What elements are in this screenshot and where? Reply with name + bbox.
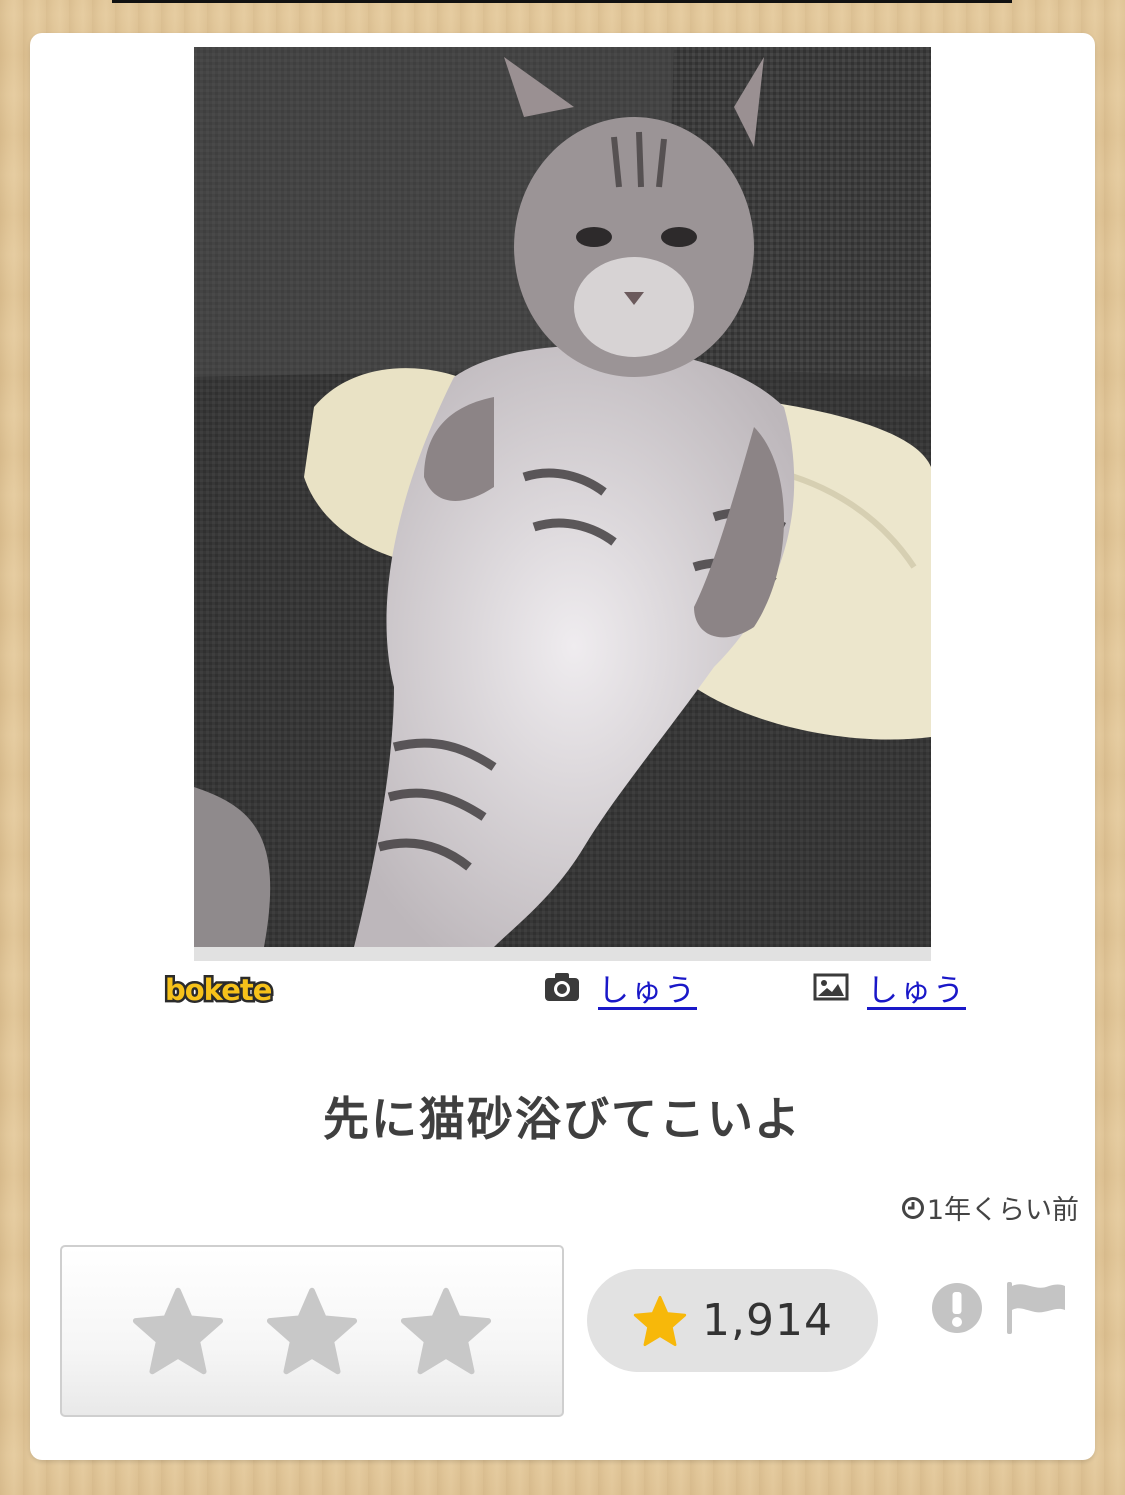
star-count-badge[interactable]: 1,914: [587, 1269, 878, 1372]
post-photo[interactable]: [194, 47, 931, 947]
rate-star-3-icon[interactable]: [400, 1285, 492, 1377]
bokete-logo[interactable]: bokete: [162, 971, 298, 1010]
star-icon: [632, 1294, 688, 1348]
cat-photo-illustration: [194, 47, 931, 947]
top-divider: [112, 0, 1012, 3]
photo-credit: しゅう: [544, 965, 697, 1010]
photo-credit-link[interactable]: しゅう: [598, 965, 697, 1010]
post-timestamp: 1年くらい前: [901, 1188, 1079, 1227]
photo-bottom-strip: [194, 947, 931, 961]
rating-box: [60, 1245, 564, 1417]
image-credit: しゅう: [813, 965, 966, 1010]
camera-icon: [544, 972, 580, 1002]
alert-icon[interactable]: [931, 1282, 983, 1334]
rate-star-2-icon[interactable]: [266, 1285, 358, 1377]
svg-text:bokete: bokete: [165, 973, 272, 1005]
clock-icon: [901, 1196, 925, 1220]
star-count: 1,914: [702, 1295, 833, 1346]
image-credit-link[interactable]: しゅう: [867, 965, 966, 1010]
rate-star-1-icon[interactable]: [132, 1285, 224, 1377]
boke-caption: 先に猫砂浴びてこいよ: [322, 1092, 803, 1146]
timestamp-label: 1年くらい前: [926, 1195, 1079, 1226]
post-card: bokete しゅう しゅう 先に猫砂浴びてこいよ 1年くらい前 1,914: [30, 33, 1095, 1460]
image-icon: [813, 972, 849, 1002]
flag-icon[interactable]: [1005, 1280, 1067, 1334]
